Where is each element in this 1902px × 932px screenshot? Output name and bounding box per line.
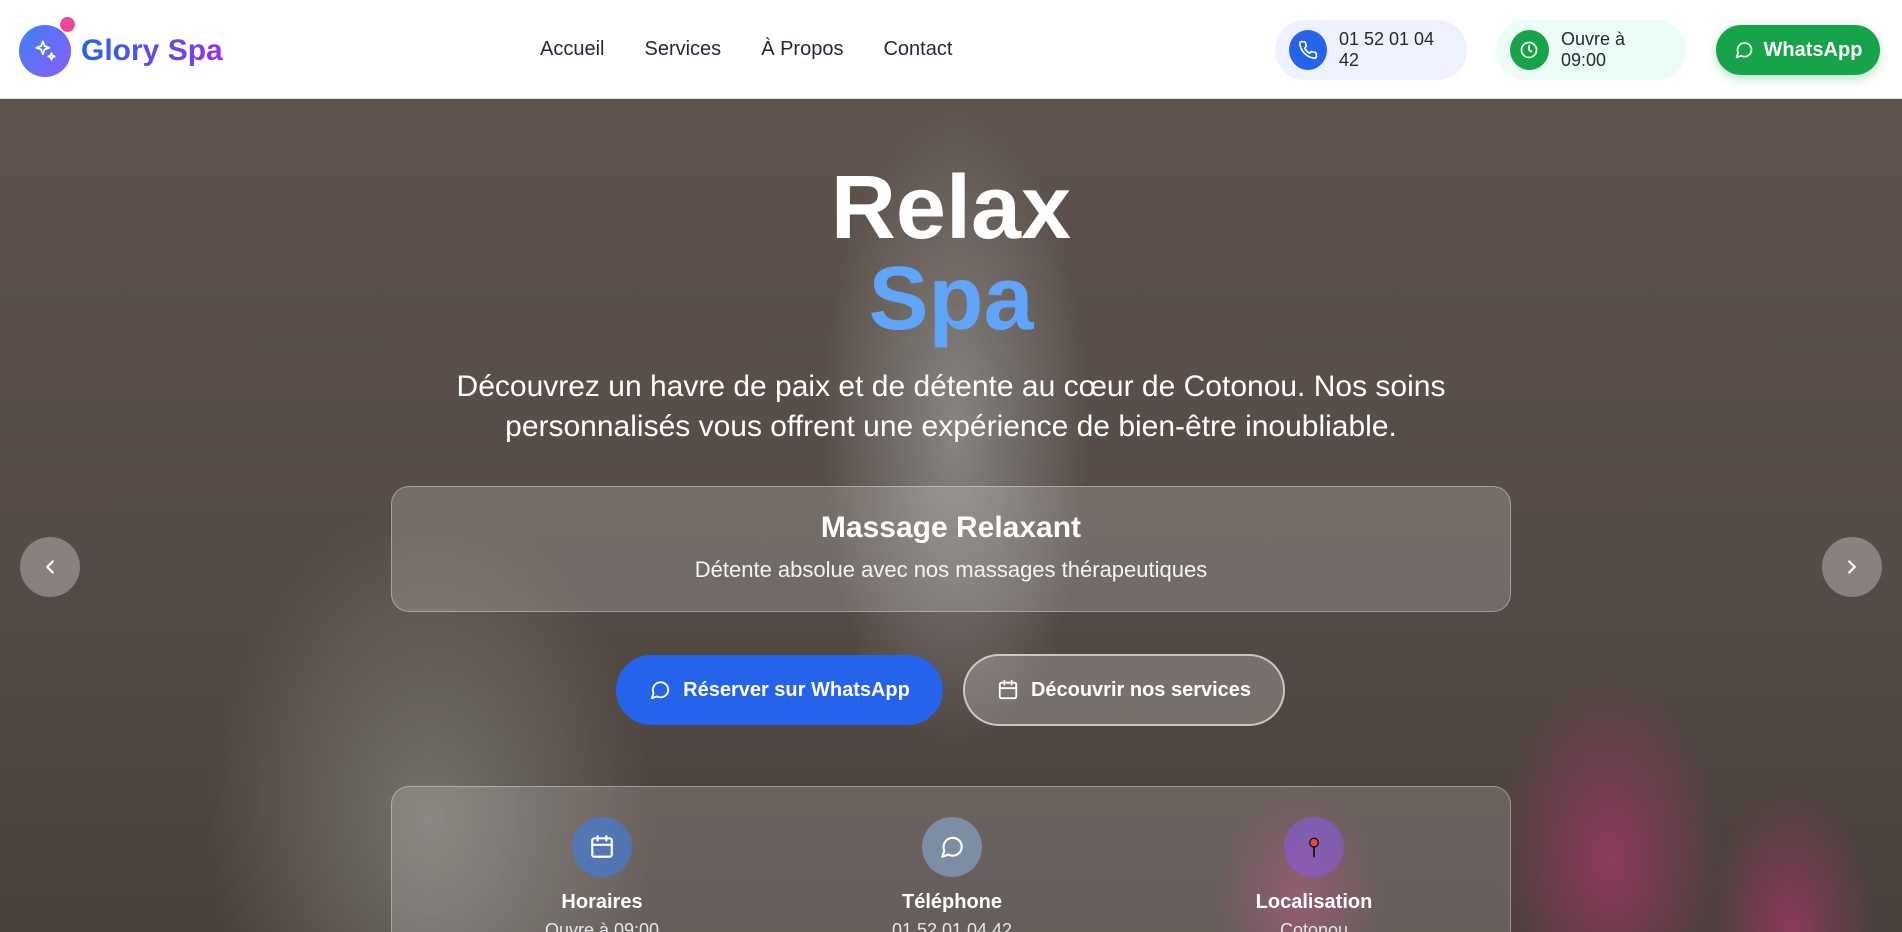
phone-number: 01 52 01 04 42 — [1338, 29, 1435, 70]
whatsapp-button[interactable]: WhatsApp — [1716, 25, 1880, 75]
discover-services-label: Découvrir nos services — [1030, 678, 1252, 701]
hero-subtitle: Découvrez un havre de paix et de détente… — [456, 370, 1446, 443]
hours-text: Ouvre à 09:00 — [1560, 29, 1625, 70]
brand-name: Glory Spa — [81, 34, 223, 67]
carousel-prev-button[interactable] — [20, 537, 80, 597]
logo[interactable]: Glory Spa — [19, 17, 223, 77]
slide-description: Détente absolue avec nos massages thérap… — [694, 557, 1208, 582]
info-hours: Horaires Ouvre à 09:00 — [482, 817, 722, 932]
info-location-label: Localisation — [1255, 891, 1373, 913]
nav-accueil[interactable]: Accueil — [540, 38, 604, 61]
info-location-value: Cotonou — [1279, 920, 1349, 932]
hours-pill: Ouvre à 09:00 — [1496, 20, 1686, 80]
info-phone-value: 01 52 01 04 42 — [891, 920, 1013, 932]
nav-a-propos[interactable]: À Propos — [761, 38, 843, 61]
info-phone: Téléphone 01 52 01 04 42 — [832, 817, 1072, 932]
phone-icon — [1289, 30, 1327, 70]
slide-title: Massage Relaxant — [820, 511, 1082, 544]
carousel-next-button[interactable] — [1822, 537, 1882, 597]
map-pin-icon — [1284, 817, 1344, 877]
chat-bubble-icon — [650, 681, 670, 700]
calendar-icon — [998, 679, 1018, 700]
hero-title-line1: Relax — [830, 158, 1072, 258]
book-whatsapp-label: Réserver sur WhatsApp — [683, 678, 910, 701]
info-phone-label: Téléphone — [901, 891, 1002, 913]
whatsapp-label: WhatsApp — [1763, 38, 1863, 61]
main-nav: Accueil Services À Propos Contact — [540, 38, 952, 61]
chevron-left-icon — [46, 560, 54, 574]
chat-bubble-icon — [1735, 42, 1752, 59]
phone-pill[interactable]: 01 52 01 04 42 — [1275, 20, 1467, 80]
notification-dot — [60, 17, 75, 32]
site-header: Glory Spa Accueil Services À Propos Cont… — [0, 0, 1902, 99]
chevron-right-icon — [1848, 560, 1856, 574]
nav-contact[interactable]: Contact — [883, 38, 952, 61]
hero-title-line2: Spa — [868, 249, 1034, 349]
calendar-icon — [572, 817, 632, 877]
slide-caption-card: Massage Relaxant Détente absolue avec no… — [391, 486, 1511, 612]
book-whatsapp-button[interactable]: Réserver sur WhatsApp — [616, 655, 943, 725]
info-location: Localisation Cotonou — [1194, 817, 1434, 932]
chat-bubble-icon — [922, 817, 982, 877]
discover-services-button[interactable]: Découvrir nos services — [963, 654, 1285, 726]
clock-icon — [1510, 30, 1549, 70]
info-card: Horaires Ouvre à 09:00 Téléphone 01 52 0… — [391, 786, 1511, 932]
nav-services[interactable]: Services — [644, 38, 721, 61]
info-hours-value: Ouvre à 09:00 — [544, 920, 660, 932]
hero-section: Relax Spa Découvrez un havre de paix et … — [0, 99, 1902, 932]
info-hours-label: Horaires — [561, 891, 643, 913]
sparkle-icon — [19, 17, 75, 77]
